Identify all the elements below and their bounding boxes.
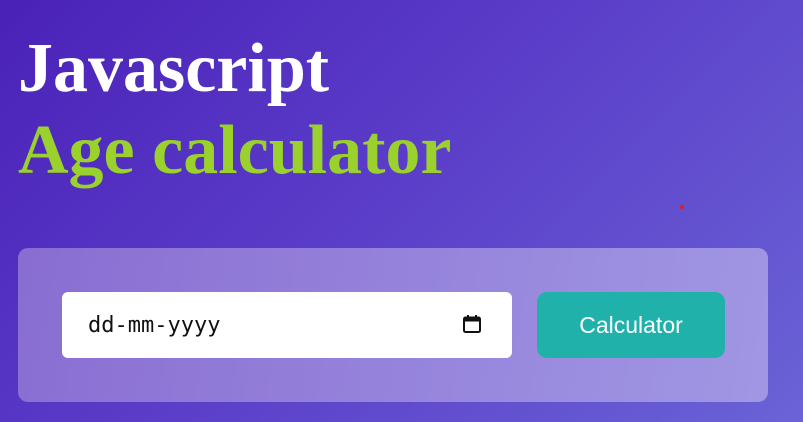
page-heading: Javascript Age calculator: [18, 28, 778, 192]
red-dot-marker: [680, 205, 684, 209]
title-javascript: Javascript: [18, 30, 330, 107]
calendar-icon[interactable]: [462, 314, 482, 334]
date-input[interactable]: dd-mm-yyyy: [62, 292, 512, 358]
calculate-button[interactable]: Calculator: [537, 292, 725, 358]
date-placeholder: dd-mm-yyyy: [88, 313, 221, 338]
calculator-panel: dd-mm-yyyy Calculator: [18, 248, 768, 402]
title-age-calculator: Age calculator: [18, 112, 452, 189]
